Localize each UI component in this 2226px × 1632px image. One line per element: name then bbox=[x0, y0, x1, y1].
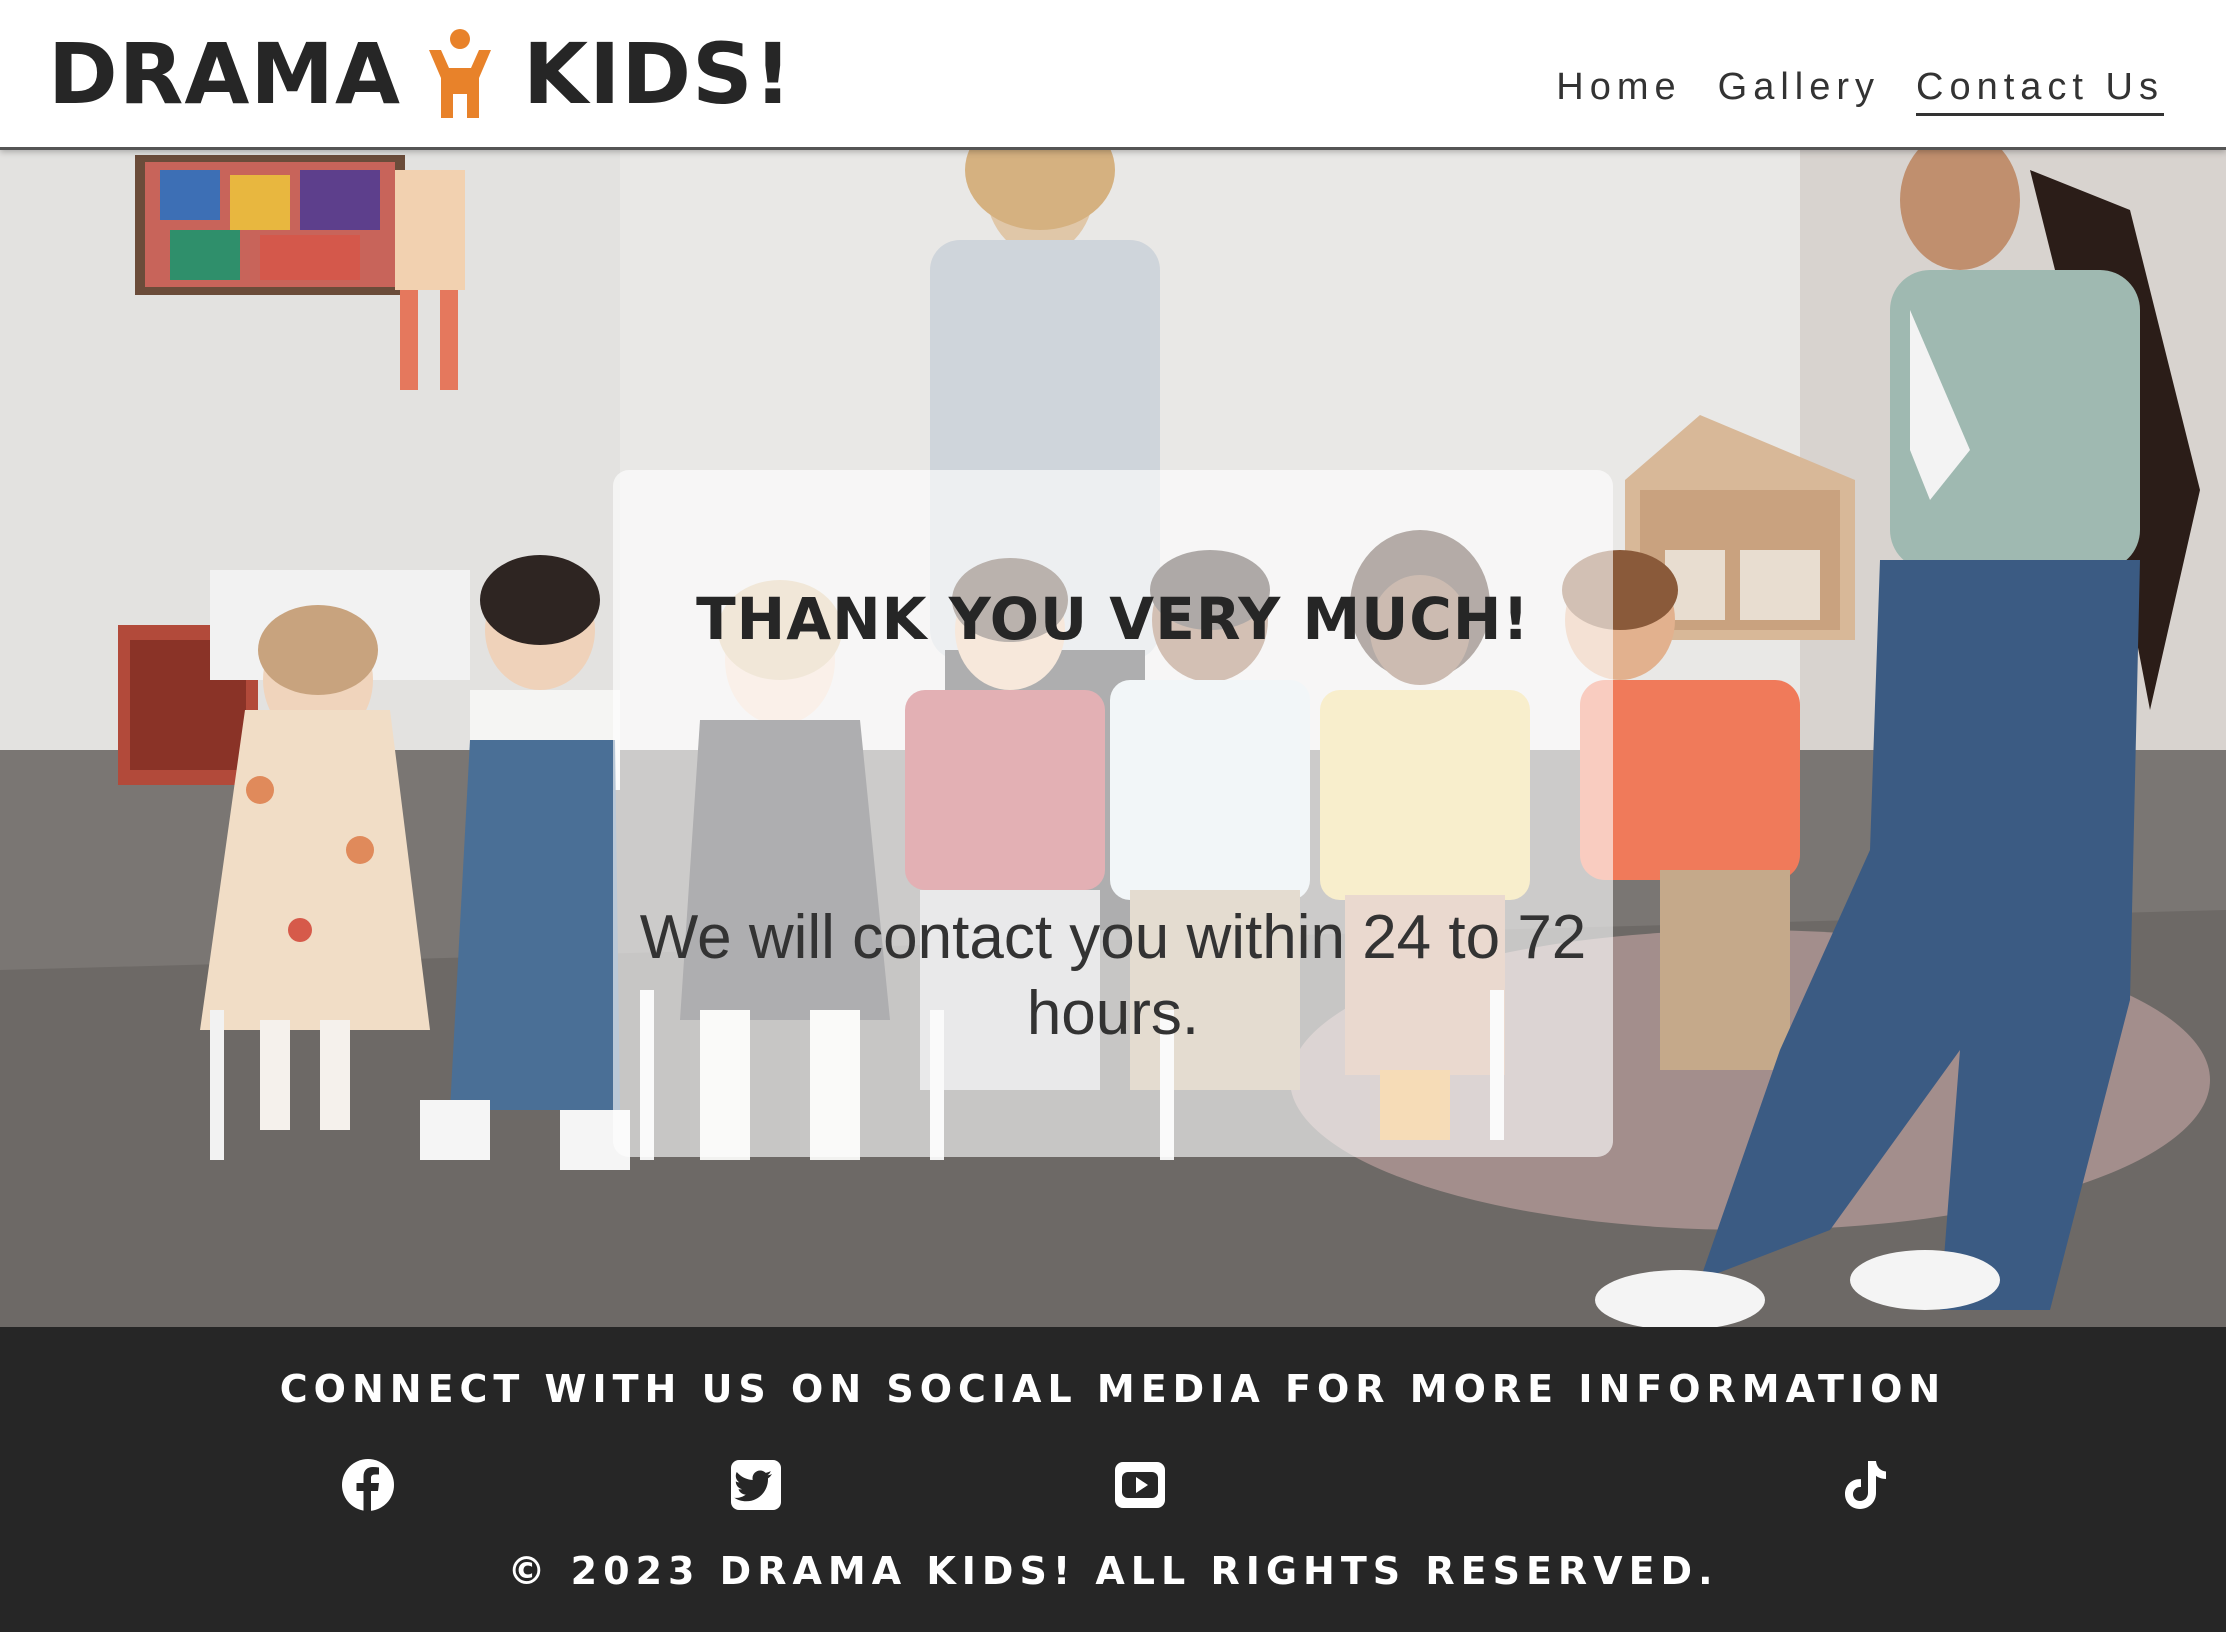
twitter-icon[interactable] bbox=[728, 1457, 784, 1513]
nav-link-contact-us[interactable]: Contact Us bbox=[1916, 66, 2164, 116]
site-header: DRAMA KIDS! Home Gallery Contact Us bbox=[0, 0, 2226, 150]
thank-you-card: THANK YOU VERY MUCH! We will contact you… bbox=[613, 470, 1613, 1157]
site-footer: CONNECT WITH US ON SOCIAL MEDIA FOR MORE… bbox=[0, 1327, 2226, 1632]
logo-word-kids: KIDS! bbox=[523, 25, 793, 123]
facebook-icon[interactable] bbox=[340, 1457, 396, 1513]
contact-timeframe-message: We will contact you within 24 to 72 hour… bbox=[639, 903, 1587, 1048]
thank-you-heading: THANK YOU VERY MUCH! bbox=[696, 585, 1530, 653]
nav-link-gallery[interactable]: Gallery bbox=[1718, 66, 1880, 116]
copyright-text: © 2023 DRAMA KIDS! ALL RIGHTS RESERVED. bbox=[507, 1549, 1719, 1593]
main-nav: Home Gallery Contact Us bbox=[1556, 66, 2164, 116]
tiktok-icon[interactable] bbox=[1838, 1457, 1894, 1513]
footer-social-heading: CONNECT WITH US ON SOCIAL MEDIA FOR MORE… bbox=[279, 1367, 1947, 1411]
site-logo[interactable]: DRAMA KIDS! bbox=[48, 22, 793, 126]
youtube-icon[interactable] bbox=[1112, 1457, 1168, 1513]
hero-section: THANK YOU VERY MUCH! We will contact you… bbox=[0, 150, 2226, 1327]
logo-word-drama: DRAMA bbox=[48, 25, 402, 123]
person-icon bbox=[429, 29, 492, 118]
nav-link-home[interactable]: Home bbox=[1556, 66, 1681, 116]
